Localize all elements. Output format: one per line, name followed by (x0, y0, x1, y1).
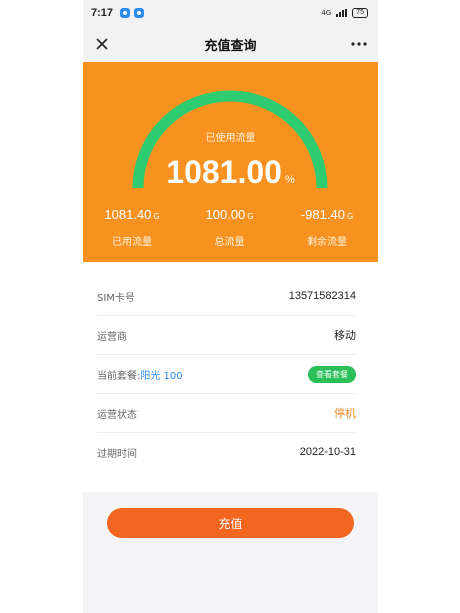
bottom-area: 充值 (83, 492, 378, 613)
stat-value: -981.40 (300, 207, 345, 222)
info-row-carrier: 运营商 移动 (97, 316, 356, 355)
used-percent-value: 1081.00 (166, 154, 282, 190)
nav-bar: 充值查询 (83, 26, 378, 62)
info-row-sim: SIM卡号 13571582314 (97, 277, 356, 316)
recharge-button[interactable]: 充值 (107, 508, 354, 538)
page-title: 充值查询 (204, 38, 257, 54)
expiry-date: 2022-10-31 (299, 446, 356, 458)
status-label: 运营状态 (97, 409, 137, 421)
view-plan-button[interactable]: 查看套餐 (308, 365, 356, 383)
status-time: 7:17 (91, 7, 114, 19)
plan-label: 当前套餐: (97, 370, 141, 382)
expiry-label: 过期时间 (97, 448, 137, 460)
usage-header: 已使用流量 1081.00% 1081.40 G 已用流量 100.00 G 总流量… (83, 62, 378, 262)
status-bar: 7:17 4G 75 (83, 0, 378, 26)
info-row-plan: 当前套餐:阳光 100 查看套餐 (97, 355, 356, 394)
stat-value: 100.00 (205, 207, 246, 222)
stat-label: 已用流量 (112, 237, 152, 248)
sim-number: 13571582314 (288, 290, 356, 302)
percent-unit: % (284, 174, 295, 186)
stat-unit: G (247, 212, 254, 221)
network-type: 4G (321, 9, 332, 17)
close-icon[interactable] (93, 35, 111, 53)
stat-label: 剩余流量 (307, 237, 347, 248)
info-row-expiry: 过期时间 2022-10-31 (97, 433, 356, 471)
carrier-value: 移动 (334, 330, 356, 342)
stat-remaining: -981.40 G 剩余流量 (294, 204, 360, 248)
stat-label: 总流量 (214, 237, 245, 248)
battery-icon: 75 (352, 8, 368, 18)
used-percent: 1081.00% (83, 154, 378, 191)
phone-screen: 7:17 4G 75 充值查询 已使用流量 1081.00% 1081.40G (83, 0, 378, 613)
notification-app-icon (120, 8, 131, 18)
info-row-status: 运营状态 停机 (97, 394, 356, 433)
status-value: 停机 (334, 408, 356, 420)
stat-unit: G (153, 212, 160, 221)
stat-unit: G (346, 212, 354, 221)
stat-used: 1081.40 G 已用流量 (99, 204, 165, 248)
stat-total: 100.00 G 总流量 (197, 204, 263, 248)
used-traffic-label: 已使用流量 (205, 133, 256, 144)
usage-stats: 1081.40 G 已用流量 100.00 G 总流量 -981.40 G 剩余流量 (83, 204, 378, 248)
carrier-label: 运营商 (97, 331, 127, 343)
stat-value: 1081.40 (104, 207, 152, 222)
plan-name: 阳光 100 (140, 370, 183, 382)
more-icon[interactable] (350, 35, 368, 53)
signal-icon (336, 9, 348, 17)
sim-label: SIM卡号 (97, 292, 135, 304)
sim-info-list: SIM卡号 13571582314 运营商 移动 当前套餐:阳光 100 查看套… (83, 277, 378, 471)
notification-app-icon (134, 8, 145, 18)
